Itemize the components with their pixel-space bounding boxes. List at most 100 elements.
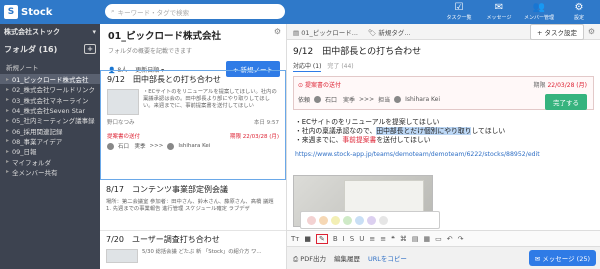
stock-logo-icon: S [4,5,18,19]
folder-icon: ▤ [293,28,300,37]
underline-icon[interactable]: U [359,235,364,243]
pdf-export-button[interactable]: ⎙ PDF出力 [293,253,326,264]
search-input[interactable]: ⌕ キーワード・タグで検索 [105,4,285,19]
settings-icon: ⚙ [574,2,584,13]
note-item[interactable]: 8/17 コンテンツ事業部定例会議 場所：第二会議室 参加者：田中さん、鈴木さん… [100,181,286,231]
folder-icon: ▸ [6,168,10,176]
color-swatch[interactable] [331,215,340,225]
folder-icon: ▸ [6,137,10,145]
sidebar-item-folder[interactable]: ▸ 01_ピックロード株式会社 [0,74,100,85]
edit-history-button[interactable]: 編集履歴 [334,253,360,263]
add-folder-button[interactable]: + [84,44,96,54]
sidebar-item-folder[interactable]: ▸ 全メンバー共有 [0,167,100,177]
note-item[interactable]: 7/20 ユーザー調査打ち合わせ 5/30 総括会議 どたぶ 新 「Stock」… [100,231,286,269]
pdf-icon: ⎙ [293,254,299,263]
tag-icon: 🏷 [367,28,377,37]
sidebar-item-folder[interactable]: ▸ 05_社内ミーティング議事録 [0,115,100,126]
add-task-button[interactable]: + タスク設定 [529,24,584,40]
members-button[interactable]: 👥 メンバー管理 [522,2,556,21]
sidebar-item-folder[interactable]: ▸ 06_採用関連記録 [0,125,100,136]
folder-tab[interactable]: ▤ 01_ピックロード... [293,27,358,37]
folder-icon: ▸ [6,147,10,155]
color-swatch[interactable] [355,215,364,225]
company-selector[interactable]: 株式会社ストック ▾ [0,24,100,40]
folder-header: フォルダ (16) + [0,40,100,58]
task-title: ⊙ 提案書の送付 [298,82,341,89]
sidebar-item-folder[interactable]: ▸ 09_日報 [0,146,100,157]
highlight-pen-icon[interactable]: ✎ [315,233,328,244]
note-item[interactable]: 9/12 田中部長との打ち合わせ ・ECサイトのをリニューアルを提案してほしい。… [100,70,286,180]
undo-icon[interactable]: ↶ [447,235,453,243]
highlighted-text: 田中部長とだけ個別にやり取り [376,127,472,135]
highlight-color-palette [300,211,440,229]
sidebar-item-folder[interactable]: ▸ 04_株式会社Seven Star [0,105,100,116]
color-swatch[interactable] [319,215,328,225]
app-name: Stock [21,6,53,18]
settings-button[interactable]: ⚙ 設定 [562,2,596,21]
new-note-section[interactable]: 新規ノート [0,60,100,74]
folder-title: 01_ピックロード株式会社 [108,31,221,42]
folder-description[interactable]: フォルダの概要を記載できます [108,46,280,55]
note-list-panel: 01_ピックロード株式会社 ⚙ フォルダの概要を記載できます 👤 8人 更新日順… [100,24,287,269]
message-icon: ✉ [534,255,541,263]
message-icon: ✉ [494,2,504,13]
sidebar-item-folder[interactable]: ▸ マイフォルダ [0,156,100,167]
color-swatch[interactable] [379,215,388,225]
numbered-list-icon[interactable]: ≡ [380,235,386,243]
task-list-button[interactable]: ☑ タスク一覧 [442,2,476,21]
url-link[interactable]: https://www.stock-app.jp/teams/demoteam/… [287,145,600,158]
text-link[interactable]: 事前提案書 [342,136,376,144]
tab-in-progress[interactable]: 対応中 (1) [293,61,322,72]
link-icon[interactable]: ⌘ [400,235,407,243]
search-placeholder: キーワード・タグで検索 [117,8,190,17]
text-color-icon[interactable]: ■ [304,235,311,243]
folder-icon: ▸ [6,106,10,114]
table-icon[interactable]: ▦ [423,235,430,243]
text-size-icon[interactable]: Tт [291,235,299,243]
message-button[interactable]: ✉ メッセージ [482,2,516,21]
folder-icon: ▸ [6,96,10,104]
italic-icon[interactable]: I [343,235,345,243]
task-card: ⊙ 提案書の送付 期限 22/03/28 (月) 依頼 石口 実季 >>> 担当… [293,76,594,110]
folder-icon: ▸ [6,85,10,93]
task-label: 提案書の送付 [107,134,141,140]
color-swatch[interactable] [307,215,316,225]
app-logo[interactable]: S Stock [4,4,52,20]
redo-icon[interactable]: ↷ [458,235,464,243]
avatar [107,142,114,150]
action-bar: ⎙ PDF出力 編集履歴 URLをコピー ✉ メッセージ (25) [287,246,600,269]
editor-toolbar: Tт ■ ✎ B I S U ≡ ≡ ❝ ⌘ ▤ ▦ ▭ ↶ ↷ [287,230,600,246]
gear-icon[interactable]: ⚙ [588,27,595,36]
color-swatch[interactable] [343,215,352,225]
tag-input[interactable]: 🏷 新規タグ... [368,27,411,37]
avatar [314,96,322,103]
note-thumbnail [106,249,138,263]
chevron-down-icon: ▾ [92,28,96,36]
quote-icon[interactable]: ❝ [391,235,395,243]
bold-icon[interactable]: B [333,235,338,243]
sidebar-item-folder[interactable]: ▸ 03_株式会社マネーライン [0,95,100,105]
divider-icon[interactable]: ▭ [435,235,442,243]
complete-task-button[interactable]: 完了する [545,94,587,110]
sidebar-item-folder[interactable]: ▸ 08_事業アイデア [0,136,100,146]
sidebar: 株式会社ストック ▾ フォルダ (16) + 新規ノート ▸ 01_ピックロード株… [0,24,100,269]
top-bar: S Stock ⌕ キーワード・タグで検索 ☑ タスク一覧 ✉ メッセージ 👥 … [0,0,600,24]
note-body[interactable]: ・ECサイトのをリニューアルを提案してほしい ・社内の稟議承認なので、田中部長と… [287,110,600,145]
color-swatch[interactable] [367,215,376,225]
folder-icon: ▸ [6,158,10,166]
tab-completed[interactable]: 完了 (44) [327,61,353,72]
gear-icon[interactable]: ⚙ [274,27,281,36]
members-icon: 👥 [532,2,546,13]
list-icon[interactable]: ≡ [369,235,375,243]
image-icon[interactable]: ▤ [412,235,419,243]
search-icon: ⌕ [111,7,115,15]
task-list-icon: ☑ [454,2,464,13]
copy-url-button[interactable]: URLをコピー [368,253,407,263]
note-thumbnail [107,89,139,115]
message-button[interactable]: ✉ メッセージ (25) [528,250,596,266]
avatar [394,96,402,103]
avatar [167,142,175,150]
note-title[interactable]: 9/12 田中部長との打ち合わせ [287,40,600,57]
strikethrough-icon[interactable]: S [350,235,354,243]
sidebar-item-folder[interactable]: ▸ 02_株式会社ワールドリンク [0,84,100,95]
